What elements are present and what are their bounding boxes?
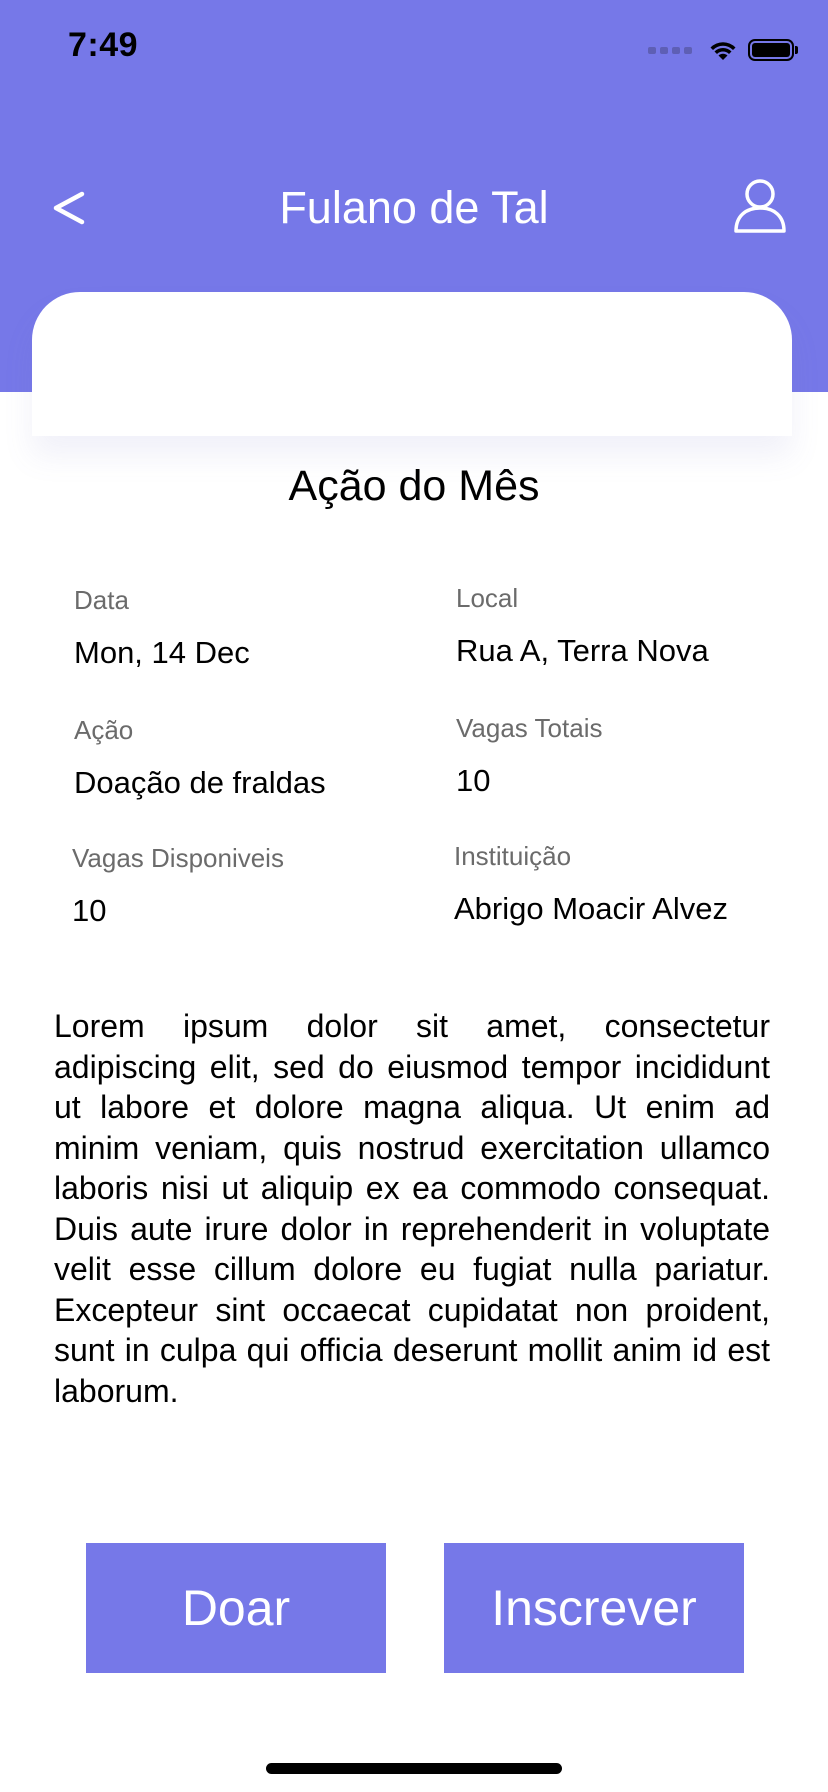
battery-icon bbox=[748, 39, 798, 61]
field-label: Vagas Totais bbox=[456, 713, 603, 743]
field-label: Data bbox=[74, 585, 129, 615]
profile-button[interactable] bbox=[730, 176, 790, 236]
page-title: Fulano de Tal bbox=[279, 182, 549, 233]
field-instituicao: Instituição Abrigo Moacir Alvez bbox=[454, 840, 728, 928]
section-title: Ação do Mês bbox=[288, 462, 540, 510]
status-icons bbox=[648, 36, 798, 64]
field-vagas-totais: Vagas Totais 10 bbox=[456, 712, 602, 800]
field-value: Mon, 14 Dec bbox=[74, 635, 250, 670]
field-data: Data Mon, 14 Dec bbox=[74, 584, 250, 672]
field-value: 10 bbox=[456, 763, 491, 798]
field-local: Local Rua A, Terra Nova bbox=[456, 582, 709, 670]
field-label: Instituição bbox=[454, 841, 572, 871]
field-label: Vagas Disponiveis bbox=[72, 843, 284, 873]
status-time: 7:49 bbox=[68, 26, 139, 64]
cellular-signal-icon bbox=[648, 46, 692, 54]
content-card bbox=[32, 292, 792, 436]
description-text: Lorem ipsum dolor sit amet, consectetur … bbox=[54, 1008, 770, 1409]
subscribe-button[interactable]: Inscrever bbox=[444, 1543, 744, 1673]
field-label: Ação bbox=[74, 715, 134, 745]
field-value: Rua A, Terra Nova bbox=[456, 633, 709, 668]
field-value: Abrigo Moacir Alvez bbox=[454, 891, 728, 926]
field-acao: Ação Doação de fraldas bbox=[74, 714, 326, 802]
field-label: Local bbox=[456, 583, 519, 613]
field-vagas-disponiveis: Vagas Disponiveis 10 bbox=[72, 842, 284, 930]
donate-button[interactable]: Doar bbox=[86, 1543, 386, 1673]
field-value: 10 bbox=[72, 893, 107, 928]
home-indicator[interactable] bbox=[266, 1763, 562, 1774]
wifi-icon bbox=[710, 42, 736, 60]
user-icon bbox=[734, 179, 786, 233]
field-value: Doação de fraldas bbox=[74, 765, 326, 800]
